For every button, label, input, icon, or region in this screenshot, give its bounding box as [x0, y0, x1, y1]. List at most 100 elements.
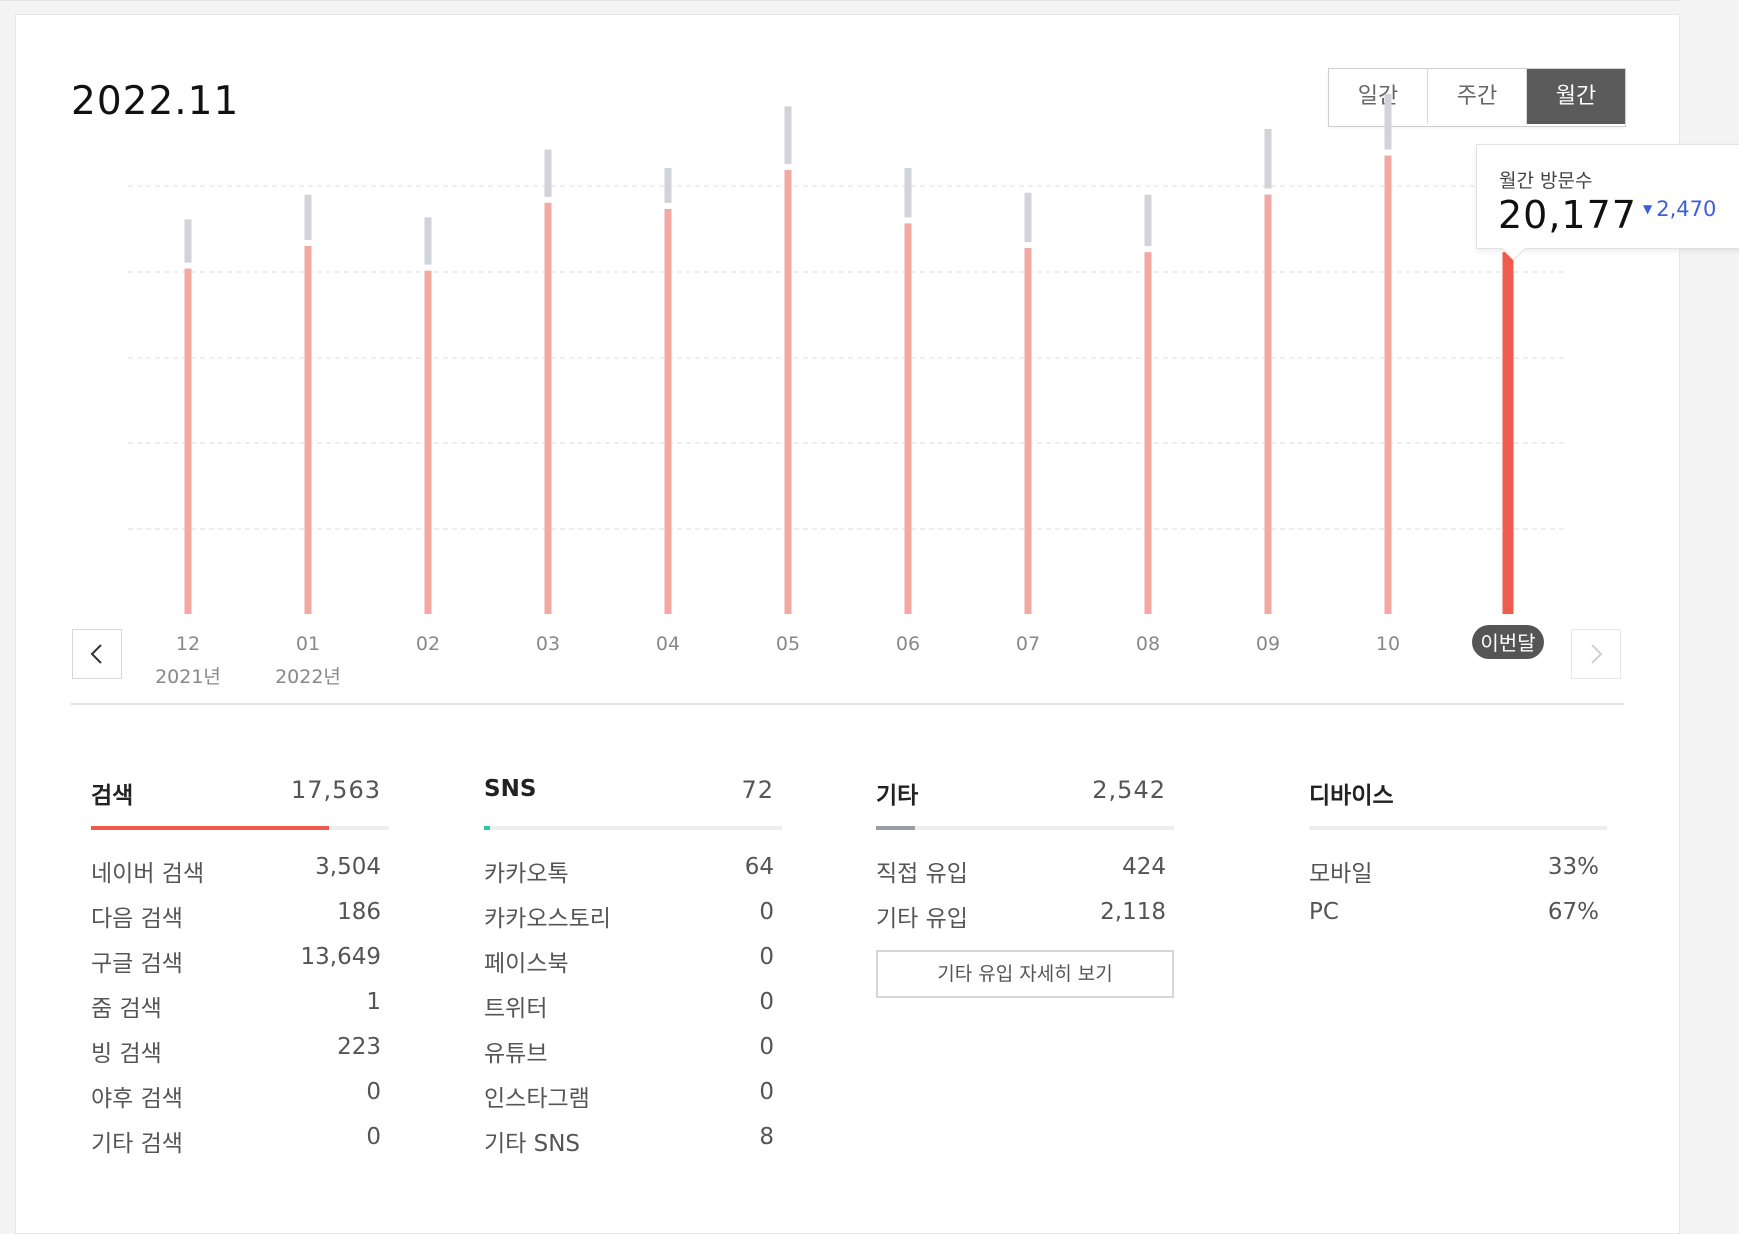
stat-row: 직접 유입 424 [876, 854, 1166, 899]
stat-row: 카카오스토리 0 [484, 899, 774, 944]
x-tick-label: 01 [296, 633, 320, 655]
chevron-right-icon [1591, 644, 1603, 664]
sns-share-fill [484, 826, 490, 830]
stat-row-value: 0 [759, 1079, 774, 1105]
bar-primary[interactable] [184, 268, 192, 614]
device-title: 디바이스 [1309, 783, 1394, 809]
x-tick-label: 10 [1376, 633, 1400, 655]
stat-row-value: 13,649 [300, 944, 381, 970]
stat-row: 모바일 33% [1309, 854, 1599, 899]
triangle-down-icon: ▼ [1643, 202, 1653, 216]
x-tick-label: 12 [176, 633, 200, 655]
bar-secondary[interactable] [1144, 194, 1152, 247]
x-tick-label: 09 [1256, 633, 1280, 655]
search-title: 검색 [91, 783, 134, 809]
stat-row-label: 줌 검색 [91, 996, 162, 1022]
stat-row-value: 0 [759, 944, 774, 970]
bar-primary[interactable] [1144, 252, 1152, 615]
bar-secondary[interactable] [184, 219, 192, 263]
stat-row-label: 기타 유입 [876, 906, 968, 932]
sns-total: 72 [741, 776, 774, 804]
stat-row-value: 0 [759, 989, 774, 1015]
x-tick-label: 04 [656, 633, 680, 655]
search-rows: 네이버 검색 3,504 다음 검색 186 구글 검색 13,649 줌 검색 1 빙 검색 2… [91, 854, 381, 1169]
search-total: 17,563 [291, 776, 381, 804]
section-divider [71, 703, 1624, 705]
etc-rows: 직접 유입 424 기타 유입 2,118 [876, 854, 1166, 944]
stat-row-value: 424 [1122, 854, 1166, 880]
stat-row-label: 카카오톡 [484, 861, 569, 887]
bar-primary[interactable] [1024, 248, 1032, 615]
bar-primary[interactable] [544, 202, 552, 615]
stat-row-label: 인스타그램 [484, 1086, 590, 1112]
bar-secondary[interactable] [784, 106, 792, 164]
sns-title: SNS [484, 776, 537, 802]
device-header: 디바이스 [1309, 772, 1599, 812]
tooltip-change: ▼ 2,470 [1643, 197, 1716, 221]
bar-primary[interactable] [904, 223, 912, 615]
stat-row: 기타 유입 2,118 [876, 899, 1166, 944]
search-share-bar [91, 826, 389, 830]
bar-secondary[interactable] [1264, 128, 1272, 189]
stat-row-value: 2,118 [1100, 899, 1166, 925]
stat-row-label: 빙 검색 [91, 1041, 162, 1067]
stat-row: 야후 검색 0 [91, 1079, 381, 1124]
bar-secondary[interactable] [424, 217, 432, 265]
stat-row: 구글 검색 13,649 [91, 944, 381, 989]
stat-row: 다음 검색 186 [91, 899, 381, 944]
x-tick-label: 07 [1016, 633, 1040, 655]
x-year-label: 2021년 [155, 666, 221, 688]
bar-primary[interactable] [784, 169, 792, 615]
bar-secondary[interactable] [1384, 94, 1392, 150]
stat-row: 페이스북 0 [484, 944, 774, 989]
etc-detail-button[interactable]: 기타 유입 자세히 보기 [876, 950, 1174, 998]
bar-primary[interactable] [1264, 194, 1272, 615]
stat-row-value: 0 [759, 1034, 774, 1060]
bar-secondary[interactable] [544, 149, 552, 197]
stat-row-value: 0 [366, 1079, 381, 1105]
prev-period-button[interactable] [72, 629, 122, 679]
bar-secondary[interactable] [304, 194, 312, 240]
stat-row: 인스타그램 0 [484, 1079, 774, 1124]
stat-row-label: 카카오스토리 [484, 906, 611, 932]
device-rows: 모바일 33% PC 67% [1309, 854, 1599, 944]
bar-secondary[interactable] [1024, 192, 1032, 243]
x-tick-label: 02 [416, 633, 440, 655]
stat-row: 기타 검색 0 [91, 1124, 381, 1169]
stat-row-value: 0 [366, 1124, 381, 1150]
bar-primary[interactable] [304, 245, 312, 614]
tooltip-value: 20,177 [1498, 193, 1637, 237]
device-share-bar [1309, 826, 1607, 830]
stat-row: 줌 검색 1 [91, 989, 381, 1034]
stat-row: 카카오톡 64 [484, 854, 774, 899]
etc-header: 기타 2,542 [876, 772, 1166, 812]
search-header: 검색 17,563 [91, 772, 381, 812]
sns-header: SNS 72 [484, 772, 774, 812]
bar-primary[interactable] [424, 270, 432, 614]
stat-row-value: 1 [366, 989, 381, 1015]
tooltip-change-value: 2,470 [1656, 197, 1717, 221]
stat-row-value: 0 [759, 899, 774, 925]
stat-row-value: 223 [337, 1034, 381, 1060]
x-tick-label: 03 [536, 633, 560, 655]
stat-row: PC 67% [1309, 899, 1599, 944]
etc-share-fill [876, 826, 915, 830]
stat-row: 빙 검색 223 [91, 1034, 381, 1079]
bar-primary[interactable] [1384, 155, 1392, 614]
stat-row-label: PC [1309, 899, 1339, 925]
stat-row-label: 네이버 검색 [91, 861, 205, 887]
stat-row: 네이버 검색 3,504 [91, 854, 381, 899]
bar-primary[interactable] [664, 208, 672, 614]
bar-primary[interactable] [1502, 252, 1514, 615]
stat-row-label: 트위터 [484, 996, 548, 1022]
next-period-button[interactable] [1571, 629, 1621, 679]
bar-secondary[interactable] [664, 168, 672, 203]
sns-share-bar [484, 826, 782, 830]
stat-row-value: 33% [1547, 854, 1599, 880]
bar-secondary[interactable] [904, 168, 912, 218]
stat-row-value: 3,504 [315, 854, 381, 880]
stat-row-value: 186 [337, 899, 381, 925]
tooltip-label: 월간 방문수 [1499, 170, 1593, 192]
monthly-visits-chart: 12 2021년 01 2022년 02 03 04 05 06 07 08 09 10 이번달 [128, 94, 1565, 688]
stat-row-label: 기타 SNS [484, 1131, 581, 1157]
